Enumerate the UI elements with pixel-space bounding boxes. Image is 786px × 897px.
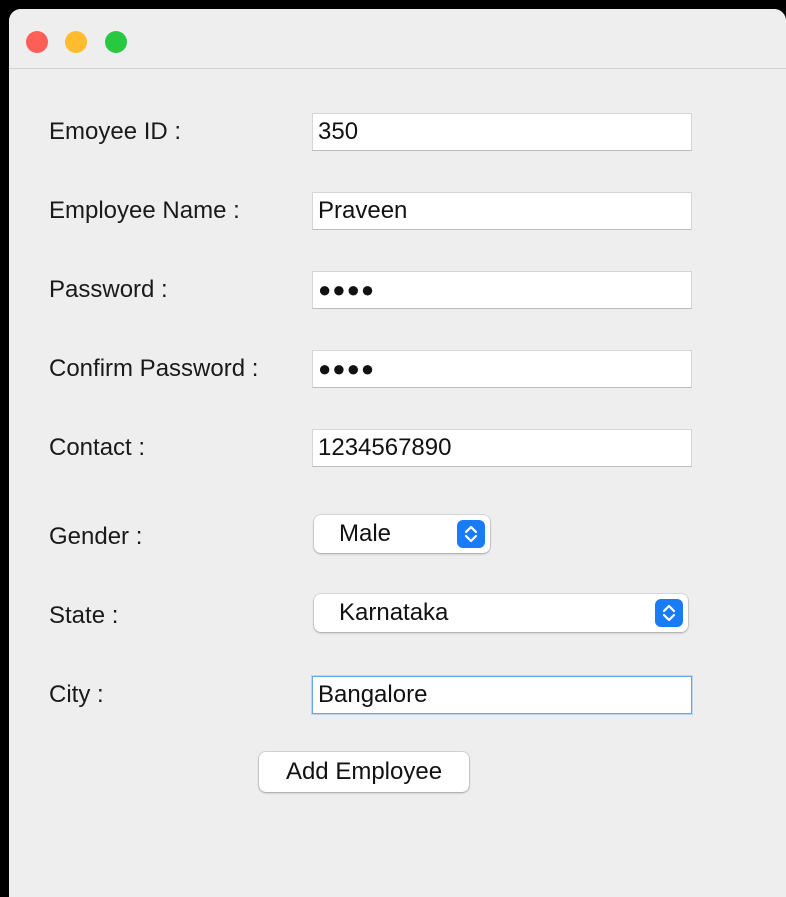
employee-id-label: Emoyee ID : — [49, 118, 182, 145]
close-window-button[interactable] — [26, 31, 48, 53]
confirm-password-label: Confirm Password : — [49, 355, 259, 382]
chevron-up-down-icon — [457, 520, 485, 548]
employee-id-field[interactable]: 350 — [312, 113, 692, 151]
title-bar — [9, 9, 786, 69]
city-label: City : — [49, 681, 104, 708]
minimize-window-button[interactable] — [65, 31, 87, 53]
contact-label: Contact : — [49, 434, 146, 461]
app-window: Emoyee ID : 350 Employee Name : Praveen … — [9, 9, 786, 897]
state-selected-value: Karnataka — [339, 599, 449, 626]
password-label: Password : — [49, 276, 168, 303]
gender-label: Gender : — [49, 523, 143, 550]
gender-selected-value: Male — [339, 520, 392, 547]
contact-field[interactable]: 1234567890 — [312, 429, 692, 467]
state-select[interactable]: Karnataka — [314, 594, 688, 632]
gender-select[interactable]: Male — [314, 515, 490, 553]
employee-name-label: Employee Name : — [49, 197, 240, 224]
employee-name-field[interactable]: Praveen — [312, 192, 692, 230]
password-field[interactable]: ●●●● — [312, 271, 692, 309]
confirm-password-field[interactable]: ●●●● — [312, 350, 692, 388]
city-field[interactable]: Bangalore — [312, 676, 692, 714]
state-label: State : — [49, 602, 119, 629]
chevron-up-down-icon — [655, 599, 683, 627]
maximize-window-button[interactable] — [105, 31, 127, 53]
add-employee-button[interactable]: Add Employee — [259, 752, 469, 792]
